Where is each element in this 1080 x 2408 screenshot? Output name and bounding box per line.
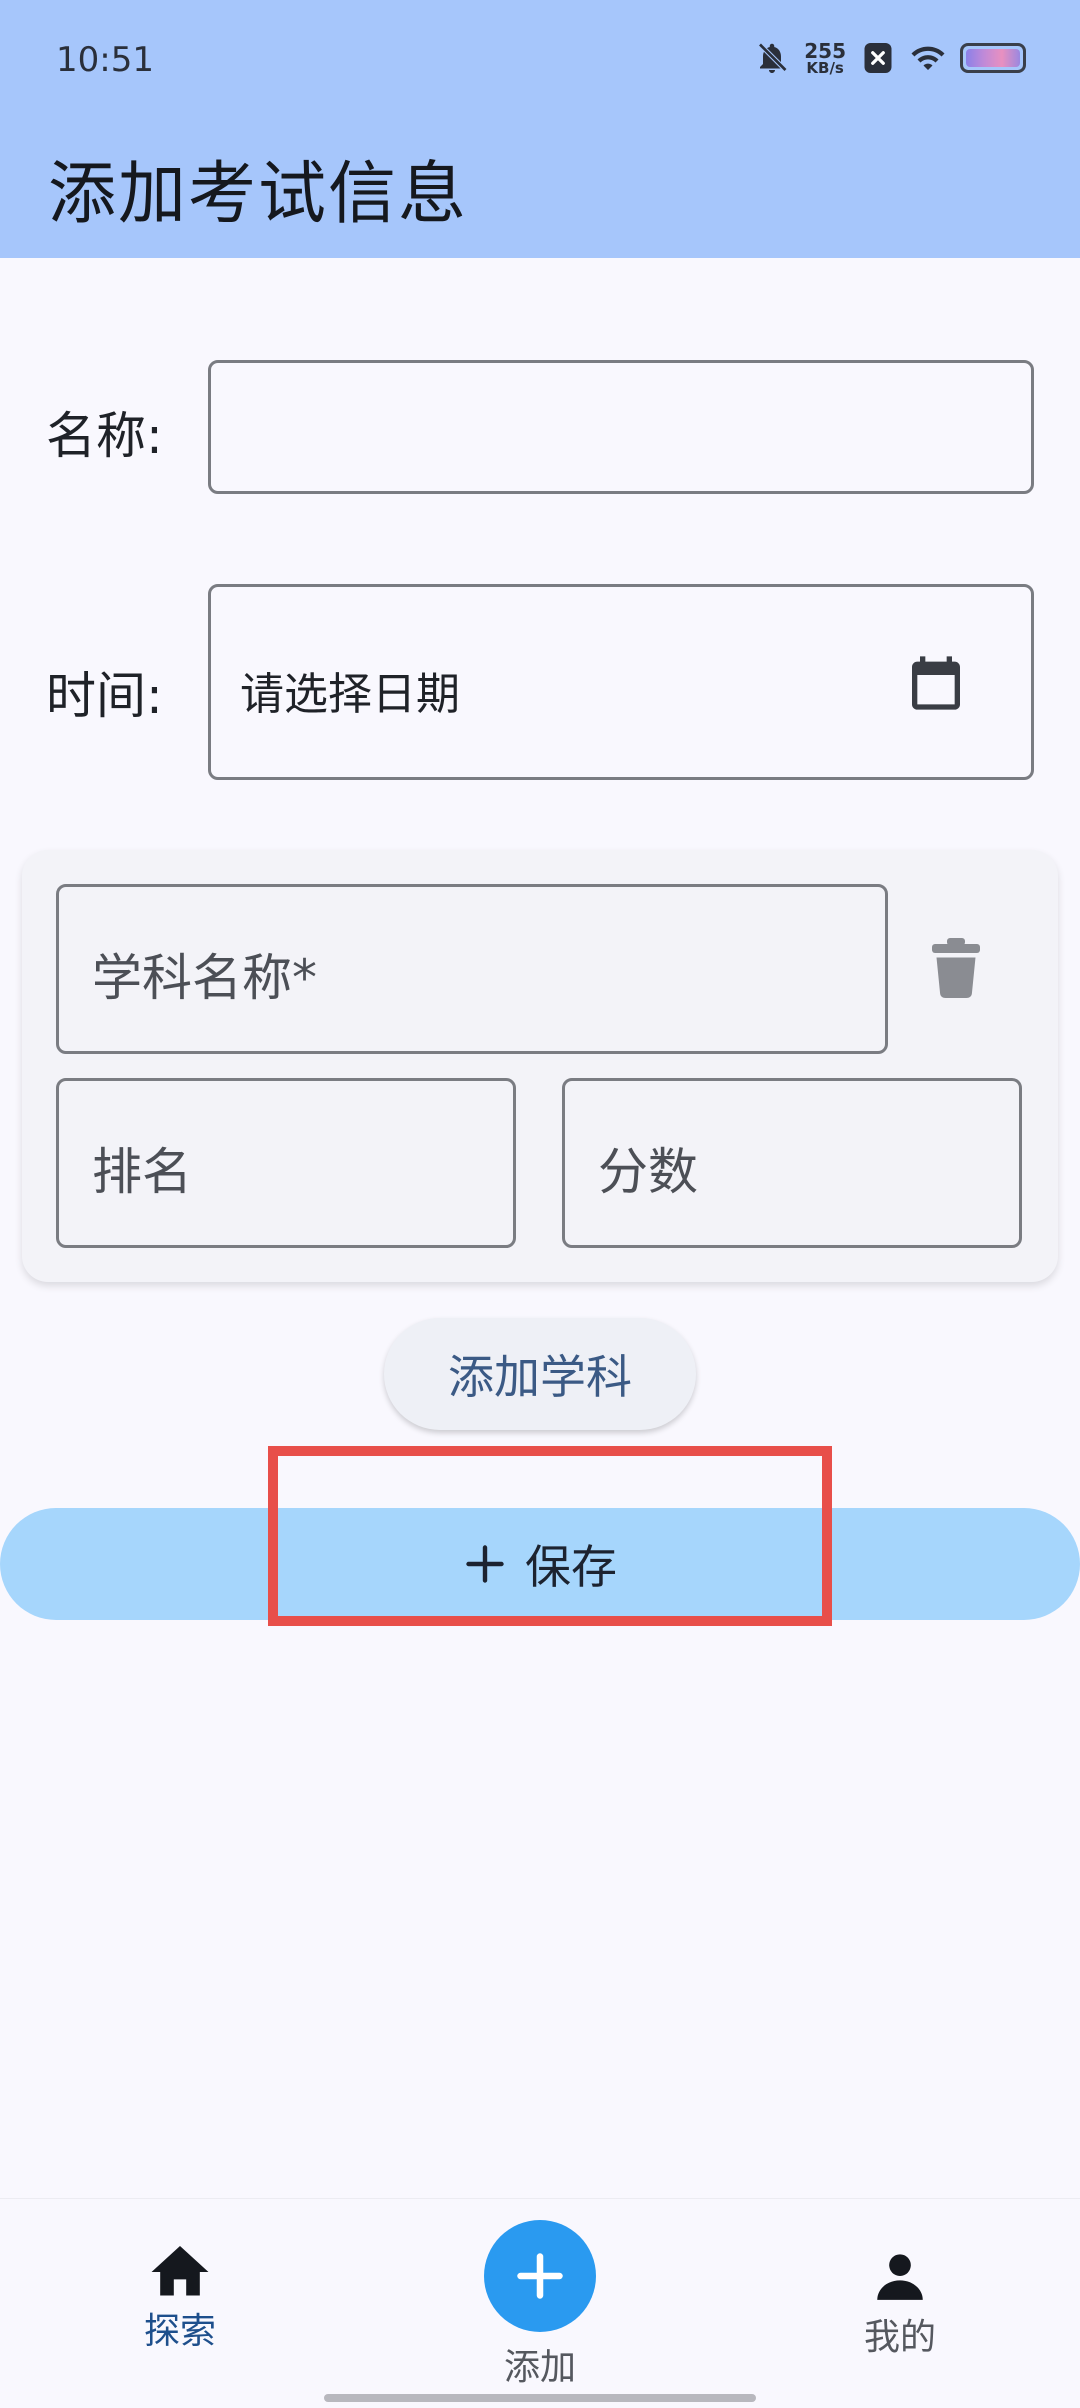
- nav-label-mine: 我的: [863, 2317, 936, 2358]
- add-subject-button[interactable]: 添加学科: [384, 1318, 696, 1430]
- network-speed: 255 KB/s: [804, 41, 846, 76]
- app-header: 10:51 255 KB/s 添加考试信息: [0, 0, 1080, 258]
- add-fab[interactable]: [484, 2220, 596, 2332]
- battery-icon: [960, 43, 1026, 73]
- battery-fill: [966, 49, 1020, 67]
- nav-label-explore: 探索: [143, 2311, 216, 2352]
- nav-item-explore[interactable]: 探索: [120, 2246, 240, 2354]
- status-icons: 255 KB/s: [754, 40, 1026, 76]
- calendar-icon[interactable]: [904, 650, 968, 716]
- rank-placeholder: 排名: [92, 1143, 192, 1201]
- status-bar: 10:51 255 KB/s: [0, 0, 1080, 120]
- date-placeholder: 请选择日期: [240, 669, 460, 720]
- home-indicator[interactable]: [324, 2394, 756, 2402]
- plus-icon: [466, 1545, 504, 1583]
- nav-label-add: 添加: [503, 2347, 576, 2388]
- subject-name-placeholder: 学科名称*: [92, 949, 317, 1007]
- wifi-icon: [911, 46, 945, 70]
- nav-item-mine[interactable]: 我的: [840, 2250, 960, 2360]
- nav-item-add[interactable]: 添加: [480, 2220, 600, 2390]
- network-speed-value: 255: [804, 38, 846, 63]
- network-speed-unit: KB/s: [806, 58, 844, 77]
- save-label: 保存: [525, 1540, 617, 1594]
- add-subject-label: 添加学科: [448, 1350, 632, 1404]
- page-title: 添加考试信息: [48, 155, 469, 234]
- time-label: 时间:: [46, 667, 163, 725]
- person-icon: [877, 2254, 923, 2300]
- name-input[interactable]: [208, 360, 1034, 494]
- status-time: 10:51: [56, 40, 154, 80]
- add-icon: [517, 2253, 563, 2299]
- delete-subject-icon[interactable]: [932, 938, 980, 998]
- close-badge-icon: [864, 43, 892, 73]
- score-placeholder: 分数: [598, 1143, 698, 1201]
- home-icon: [151, 2246, 209, 2296]
- save-button[interactable]: 保存: [0, 1508, 1080, 1620]
- mute-bell-icon: [758, 42, 788, 73]
- name-label: 名称:: [46, 407, 163, 465]
